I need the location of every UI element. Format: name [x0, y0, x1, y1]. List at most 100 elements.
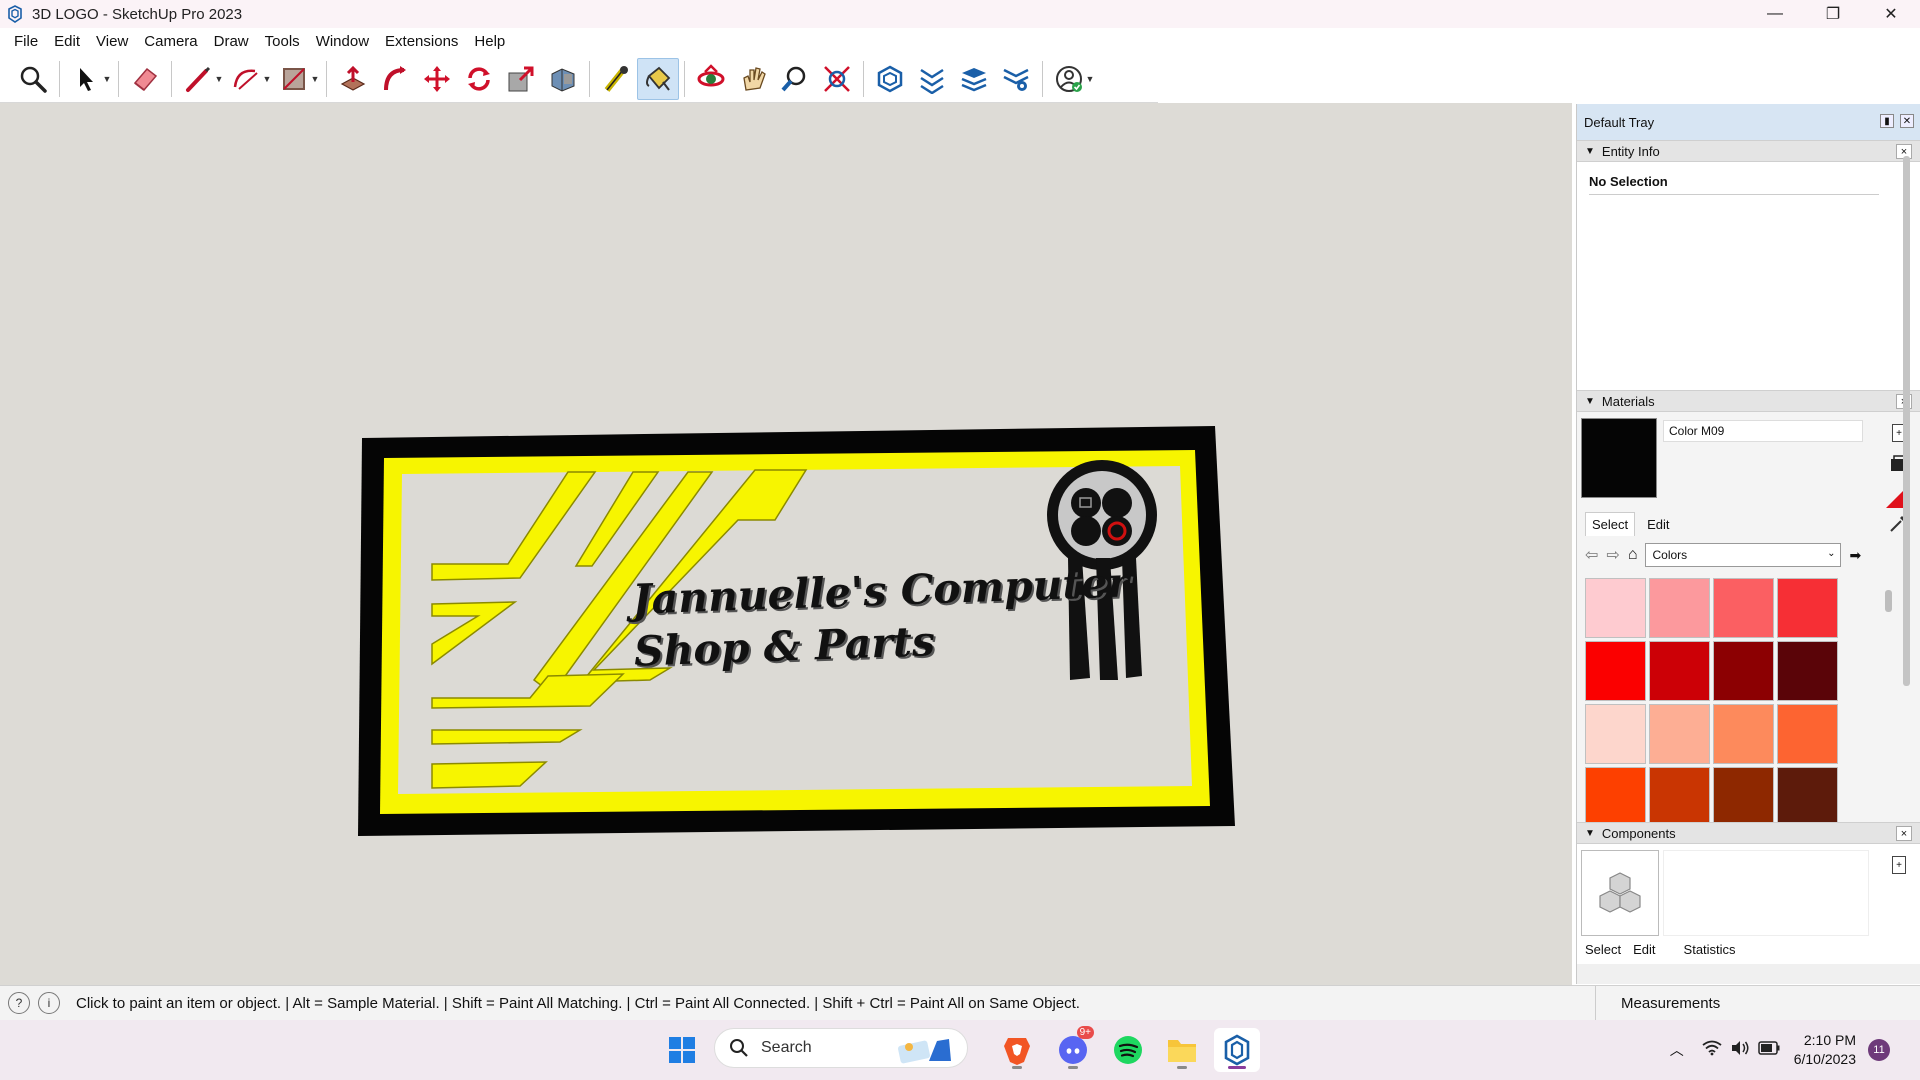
start-button[interactable]	[659, 1028, 705, 1072]
restore-button[interactable]: ❐	[1804, 0, 1862, 28]
menu-edit[interactable]: Edit	[46, 28, 88, 55]
back-arrow-icon[interactable]: ⇦	[1585, 545, 1598, 565]
toolbar-separator	[171, 60, 172, 97]
follow-me-tool-icon[interactable]	[374, 58, 416, 100]
materials-tab-select[interactable]: Select	[1585, 512, 1636, 536]
taskbar-search[interactable]: Search	[714, 1028, 968, 1068]
geolocation-icon[interactable]: ?	[8, 992, 30, 1014]
account-icon[interactable]	[1048, 58, 1090, 100]
wifi-icon[interactable]	[1702, 1040, 1722, 1060]
materials-tab-edit[interactable]: Edit	[1641, 513, 1675, 536]
material-swatch[interactable]	[1713, 704, 1774, 764]
components-tab-select[interactable]: Select	[1585, 942, 1621, 957]
pin-icon[interactable]: ▮	[1880, 114, 1894, 128]
file-explorer-icon[interactable]	[1159, 1028, 1205, 1072]
window-title: 3D LOGO - SketchUp Pro 2023	[32, 5, 243, 23]
volume-icon[interactable]	[1730, 1040, 1750, 1060]
entity-info-panel-header[interactable]: ▼ Entity Info ×	[1577, 140, 1920, 162]
material-swatch[interactable]	[1713, 641, 1774, 701]
model-settings-tool-icon[interactable]	[995, 58, 1037, 100]
line-tool-icon[interactable]	[177, 58, 219, 100]
tape-measure-tool-icon[interactable]	[595, 58, 637, 100]
component-thumbnail[interactable]	[1581, 850, 1659, 936]
components-panel-header[interactable]: ▼ Components ×	[1577, 822, 1920, 844]
material-name-field[interactable]: Color M09	[1663, 420, 1863, 442]
menu-help[interactable]: Help	[466, 28, 513, 55]
material-swatch[interactable]	[1585, 704, 1646, 764]
notification-badge[interactable]: 11	[1868, 1039, 1890, 1061]
collapse-triangle-icon[interactable]: ▼	[1585, 828, 1595, 839]
zoom-extents-tool-icon[interactable]	[816, 58, 858, 100]
menu-draw[interactable]: Draw	[206, 28, 257, 55]
offset-tool-icon[interactable]	[542, 58, 584, 100]
brave-browser-icon[interactable]	[994, 1028, 1040, 1072]
zoom-tool-icon[interactable]	[12, 58, 54, 100]
details-arrow-icon[interactable]: ➡	[1849, 547, 1861, 564]
discord-icon[interactable]: 9+	[1050, 1026, 1096, 1072]
rotate-tool-icon[interactable]	[458, 58, 500, 100]
pan-tool-icon[interactable]	[732, 58, 774, 100]
rectangle-tool-icon[interactable]	[273, 58, 315, 100]
menu-file[interactable]: File	[6, 28, 46, 55]
select-tool-icon[interactable]	[65, 58, 107, 100]
eraser-tool-icon[interactable]	[124, 58, 166, 100]
close-icon[interactable]: ×	[1896, 826, 1912, 841]
drawing-viewport[interactable]: Jannuelle's Computer Shop & Parts	[0, 103, 1572, 985]
material-swatch[interactable]	[1777, 578, 1838, 638]
material-swatch[interactable]	[1585, 578, 1646, 638]
material-swatch[interactable]	[1649, 578, 1710, 638]
instructor-info-icon[interactable]: i	[38, 992, 60, 1014]
component-create-icon[interactable]: +	[1892, 856, 1906, 874]
material-library-select[interactable]: Colors ⌄	[1645, 543, 1842, 567]
components-tab-statistics[interactable]: Statistics	[1684, 942, 1736, 957]
measurements-box[interactable]: Measurements	[1595, 986, 1720, 1021]
close-button[interactable]: ✕	[1862, 0, 1920, 28]
clock[interactable]: 2:10 PM 6/10/2023	[1794, 1031, 1856, 1069]
menu-tools[interactable]: Tools	[257, 28, 308, 55]
tray-header: Default Tray ▮ ✕	[1577, 104, 1920, 140]
arc-tool-icon[interactable]	[225, 58, 267, 100]
tray-scrollbar[interactable]	[1903, 156, 1910, 686]
close-icon[interactable]: ✕	[1900, 114, 1914, 128]
minimize-button[interactable]: —	[1746, 0, 1804, 28]
material-swatch[interactable]	[1777, 704, 1838, 764]
components-tab-edit[interactable]: Edit	[1633, 942, 1655, 957]
material-swatch-grid	[1585, 578, 1838, 827]
menu-view[interactable]: View	[88, 28, 136, 55]
material-swatch[interactable]	[1585, 767, 1646, 827]
material-swatch[interactable]	[1585, 641, 1646, 701]
home-icon[interactable]: ⌂	[1628, 546, 1638, 564]
zoom-window-tool-icon[interactable]	[774, 58, 816, 100]
paint-bucket-tool-icon[interactable]	[637, 57, 679, 100]
default-tray: Default Tray ▮ ✕ ▼ Entity Info × No Sele…	[1576, 104, 1920, 984]
collapse-triangle-icon[interactable]: ▼	[1585, 396, 1595, 407]
collapse-triangle-icon[interactable]: ▼	[1585, 146, 1595, 157]
section-plane-tool-icon[interactable]	[869, 58, 911, 100]
material-swatch[interactable]	[1649, 767, 1710, 827]
material-swatch[interactable]	[1649, 704, 1710, 764]
sketchup-taskbar-icon[interactable]	[1214, 1028, 1260, 1072]
battery-icon[interactable]	[1757, 1041, 1780, 1059]
push-pull-tool-icon[interactable]	[332, 58, 374, 100]
toolbar-separator	[118, 60, 119, 97]
spotify-icon[interactable]	[1105, 1028, 1151, 1072]
material-swatch[interactable]	[1777, 767, 1838, 827]
menu-window[interactable]: Window	[308, 28, 377, 55]
menu-camera[interactable]: Camera	[136, 28, 205, 55]
material-swatch[interactable]	[1649, 641, 1710, 701]
materials-panel-header[interactable]: ▼ Materials ×	[1577, 390, 1920, 412]
material-swatch[interactable]	[1713, 767, 1774, 827]
material-swatch[interactable]	[1713, 578, 1774, 638]
forward-arrow-icon[interactable]: ⇨	[1606, 545, 1619, 565]
move-tool-icon[interactable]	[416, 58, 458, 100]
section-display-tool-icon[interactable]	[911, 58, 953, 100]
scale-tool-icon[interactable]	[500, 58, 542, 100]
materials-scrollbar[interactable]	[1885, 590, 1892, 612]
tags-layers-tool-icon[interactable]	[953, 58, 995, 100]
windows-taskbar: Search 9+ ︿ 2:10 PM 6/10/2023 11	[0, 1020, 1920, 1080]
current-material-swatch[interactable]	[1581, 418, 1657, 498]
material-swatch[interactable]	[1777, 641, 1838, 701]
chevron-up-icon[interactable]: ︿	[1670, 1040, 1684, 1060]
orbit-tool-icon[interactable]	[690, 58, 732, 100]
menu-extensions[interactable]: Extensions	[377, 28, 466, 55]
